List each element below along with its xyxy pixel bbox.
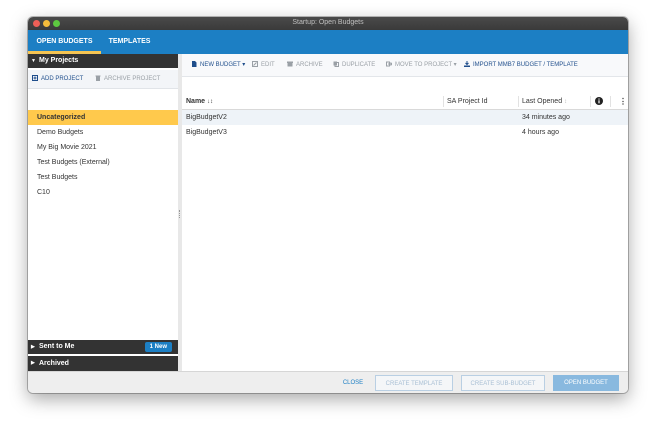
new-budget-button[interactable]: NEW BUDGET ▾ xyxy=(191,54,245,76)
trash-icon xyxy=(95,71,101,81)
last-opened: 34 minutes ago xyxy=(522,114,570,121)
table-row[interactable]: BigBudgetV3 4 hours ago xyxy=(182,125,628,140)
new-count-badge: 1 New xyxy=(144,342,172,352)
archive-label: ARCHIVE xyxy=(296,62,323,68)
project-item-my-big-movie-2021[interactable]: My Big Movie 2021 xyxy=(28,140,178,155)
create-sub-budget-button[interactable]: CREATE SUB-BUDGET xyxy=(461,375,545,391)
duplicate-label: DUPLICATE xyxy=(342,62,376,68)
import-button[interactable]: IMPORT MMB7 BUDGET / TEMPLATE xyxy=(464,54,578,76)
footer-bar: CLOSE CREATE TEMPLATE CREATE SUB-BUDGET … xyxy=(28,371,628,393)
tab-templates[interactable]: TEMPLATES xyxy=(101,30,158,54)
sidebar: ▼ My Projects ADD PROJECT ARCHIVE PROJEC… xyxy=(28,54,179,371)
project-item-uncategorized[interactable]: Uncategorized xyxy=(28,110,178,125)
last-opened: 4 hours ago xyxy=(522,129,559,136)
add-project-button[interactable]: ADD PROJECT xyxy=(32,70,83,88)
download-icon xyxy=(464,55,470,67)
table-row[interactable]: BigBudgetV2 34 minutes ago xyxy=(182,110,628,125)
move-to-project-button[interactable]: MOVE TO PROJECT ▾ xyxy=(386,54,457,76)
project-item-c10[interactable]: C10 xyxy=(28,185,178,200)
edit-icon xyxy=(252,55,258,67)
archived-label: Archived xyxy=(39,360,69,367)
info-icon[interactable] xyxy=(595,97,603,106)
archived-header[interactable]: ▶ Archived xyxy=(28,356,178,371)
column-divider[interactable] xyxy=(443,96,444,107)
sent-to-me-header[interactable]: ▶ Sent to Me 1 New xyxy=(28,340,178,354)
column-last-opened-header[interactable]: Last Opened ↕ xyxy=(522,94,567,109)
archive-icon xyxy=(287,55,293,67)
new-budget-label: NEW BUDGET xyxy=(200,62,241,68)
add-icon xyxy=(32,71,38,81)
sort-icon: ↕ xyxy=(564,99,568,105)
name-header-label: Name xyxy=(186,98,206,105)
move-to-project-label: MOVE TO PROJECT xyxy=(395,62,453,68)
caret-right-icon: ▶ xyxy=(31,360,35,366)
edit-label: EDIT xyxy=(261,62,275,68)
column-divider[interactable] xyxy=(610,96,611,107)
create-template-button[interactable]: CREATE TEMPLATE xyxy=(375,375,453,391)
budget-name: BigBudgetV3 xyxy=(186,129,227,136)
archive-project-label: ARCHIVE PROJECT xyxy=(104,76,161,82)
move-icon xyxy=(386,55,393,67)
tab-bar: OPEN BUDGETS TEMPLATES xyxy=(28,30,628,54)
import-label: IMPORT MMB7 BUDGET / TEMPLATE xyxy=(473,62,578,68)
archive-project-button[interactable]: ARCHIVE PROJECT xyxy=(95,70,160,88)
project-item-demo-budgets[interactable]: Demo Budgets xyxy=(28,125,178,140)
new-file-icon xyxy=(191,55,197,67)
my-projects-header[interactable]: ▼ My Projects xyxy=(28,54,178,68)
edit-button[interactable]: EDIT xyxy=(252,54,275,76)
budget-toolbar: NEW BUDGET ▾ EDIT ARCHIVE DUPLICATE MOVE… xyxy=(182,54,628,77)
table-header: Name ↓↕ SA Project Id Last Opened ↕ ⋮ xyxy=(182,94,628,110)
column-sa-project-id-header[interactable]: SA Project Id xyxy=(447,94,487,109)
project-item-test-budgets[interactable]: Test Budgets xyxy=(28,170,178,185)
column-name-header[interactable]: Name ↓↕ xyxy=(186,94,213,109)
window-title: Startup: Open Budgets xyxy=(292,19,364,26)
project-item-test-budgets-external[interactable]: Test Budgets (External) xyxy=(28,155,178,170)
duplicate-button[interactable]: DUPLICATE xyxy=(333,54,375,76)
sent-to-me-label: Sent to Me xyxy=(39,343,75,350)
column-divider[interactable] xyxy=(590,96,591,107)
add-project-label: ADD PROJECT xyxy=(41,76,84,82)
column-divider[interactable] xyxy=(518,96,519,107)
budget-name: BigBudgetV2 xyxy=(186,114,227,121)
duplicate-icon xyxy=(333,55,339,67)
splitter-grip-icon xyxy=(179,210,181,218)
archive-button[interactable]: ARCHIVE xyxy=(287,54,323,76)
title-bar: Startup: Open Budgets xyxy=(28,17,628,30)
app-window: Startup: Open Budgets OPEN BUDGETS TEMPL… xyxy=(28,17,628,393)
last-opened-header-label: Last Opened xyxy=(522,98,563,105)
budget-list-panel: NEW BUDGET ▾ EDIT ARCHIVE DUPLICATE MOVE… xyxy=(182,54,628,371)
column-menu-icon[interactable]: ⋮ xyxy=(619,94,627,109)
caret-right-icon: ▶ xyxy=(31,344,35,350)
sort-icon: ↓↕ xyxy=(207,99,214,105)
open-budget-button[interactable]: OPEN BUDGET xyxy=(553,375,619,391)
my-projects-label: My Projects xyxy=(39,57,79,64)
caret-down-icon: ▼ xyxy=(31,58,36,64)
close-button[interactable]: CLOSE xyxy=(336,375,370,391)
tab-open-budgets[interactable]: OPEN BUDGETS xyxy=(28,30,101,54)
sidebar-actions: ADD PROJECT ARCHIVE PROJECT xyxy=(28,70,178,89)
